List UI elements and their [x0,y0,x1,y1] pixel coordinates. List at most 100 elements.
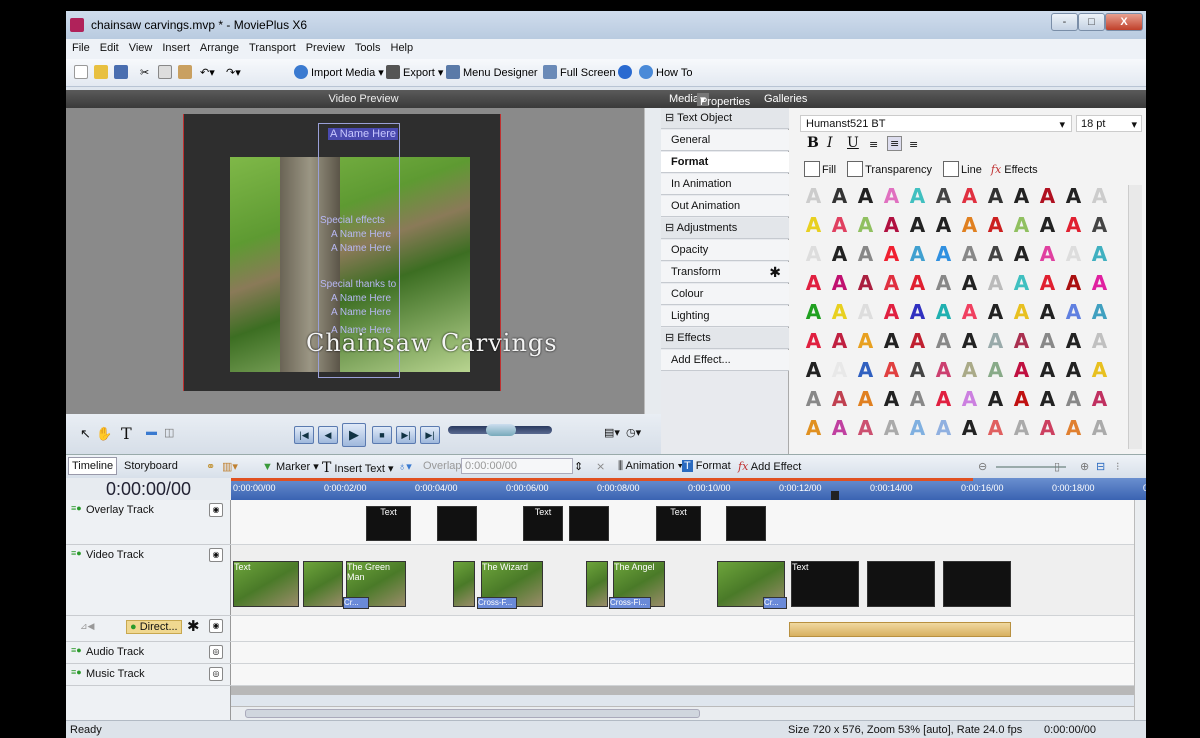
text-style-swatch[interactable]: A [802,446,825,450]
text-style-swatch[interactable]: A [802,330,825,353]
text-style-swatch[interactable]: A [802,301,825,324]
collapse-icon[interactable]: ⊟ [665,112,677,124]
visibility-icon[interactable]: ◉ [209,503,223,517]
marker-button[interactable]: ▼ Marker ▾ [262,460,319,473]
text-style-swatch[interactable]: A [1062,301,1085,324]
text-style-swatch[interactable]: A [880,272,903,295]
text-style-swatch[interactable]: A [984,243,1007,266]
transition-marker[interactable]: Cross-Fi... [609,597,651,609]
font-size-select[interactable]: 18 pt ▾ [1076,115,1142,132]
overlay-text-clip[interactable]: Text [523,506,563,541]
shuttle-slider-thumb[interactable] [486,424,516,436]
text-style-swatch[interactable]: A [932,243,955,266]
track-enable-icon[interactable]: ≡● [71,645,82,655]
timeline-ruler[interactable]: 0:00:00/00 0:00:02/00 0:00:04/00 0:00:06/00… [231,478,1146,500]
text-style-swatch[interactable]: A [1010,359,1033,382]
align-center-icon[interactable]: ≡ [887,136,903,151]
text-style-swatch[interactable]: A [828,185,851,208]
text-style-swatch[interactable]: A [880,301,903,324]
text-style-swatch[interactable]: A [854,272,877,295]
text-style-swatch[interactable]: A [1010,388,1033,411]
menu-view[interactable]: View [123,39,157,54]
text-style-swatch[interactable]: A [880,185,903,208]
zoom-slider-thumb[interactable]: ▯ [1054,460,1060,473]
video-clip[interactable] [453,561,475,607]
text-style-swatch[interactable]: A [984,417,1007,440]
properties-item-text-object[interactable]: ⊟ Text Object [661,108,789,129]
text-style-swatch[interactable]: A [1062,417,1085,440]
text-style-swatch[interactable]: A [958,330,981,353]
text-style-swatch[interactable]: A [854,417,877,440]
text-style-swatch[interactable]: A [828,359,851,382]
text-style-swatch[interactable]: A [1010,301,1033,324]
text-style-swatch[interactable]: A [1062,185,1085,208]
menu-transport[interactable]: Transport [243,39,300,54]
text-style-swatch[interactable]: A [1036,388,1059,411]
text-style-swatch[interactable]: A [958,185,981,208]
text-style-swatch[interactable]: A [802,185,825,208]
text-style-swatch[interactable]: A [932,214,955,237]
text-style-swatch[interactable]: A [1088,330,1111,353]
text-style-swatch[interactable]: A [1036,359,1059,382]
text-style-swatch[interactable]: A [828,417,851,440]
text-style-swatch[interactable]: A [958,214,981,237]
menu-help[interactable]: Help [385,39,418,54]
track-header-director[interactable]: ⊿◀ ● Direct... ✱ ◉ [66,616,231,642]
text-style-swatch[interactable]: A [1062,243,1085,266]
text-style-swatch[interactable]: A [932,388,955,411]
audio-icon[interactable]: ◎ [209,667,223,681]
properties-item-out-animation[interactable]: Out Animation [661,196,789,217]
properties-item-adjustments[interactable]: ⊟ Adjustments [661,218,789,239]
text-style-swatch[interactable]: A [906,388,929,411]
maximize-button[interactable]: □ [1078,13,1105,31]
text-style-swatch[interactable]: A [828,388,851,411]
go-to-end-button[interactable]: ▶| [420,426,440,444]
tab-galleries[interactable]: Galleries [764,93,807,105]
play-button[interactable]: ▶ [342,423,366,447]
text-style-swatch[interactable]: A [1010,243,1033,266]
text-style-swatch[interactable]: A [1036,272,1059,295]
text-style-swatch[interactable]: A [932,359,955,382]
split-icon[interactable]: ⨯ [596,460,605,473]
menu-designer-button[interactable]: Menu Designer [446,64,538,82]
properties-item-transform[interactable]: Transform ✱ [661,262,789,283]
director-track-row[interactable] [231,616,1134,642]
add-effect-button[interactable]: fx Add Effect [738,460,801,473]
video-clip[interactable] [586,561,608,607]
snapshot-icon[interactable]: ▤▾ [604,426,620,439]
next-frame-button[interactable]: ▶| [396,426,416,444]
previous-frame-button[interactable]: ◀ [318,426,338,444]
close-button[interactable]: X [1105,13,1143,31]
text-style-swatch[interactable]: A [958,301,981,324]
video-track-row[interactable]: Text The Green Man The Wizard The Angel … [231,545,1134,616]
menu-preview[interactable]: Preview [300,39,349,54]
properties-item-general[interactable]: General [661,130,789,151]
undo-icon[interactable]: ↶▾ [200,64,215,82]
timeline-horizontal-scrollbar[interactable] [231,706,1134,720]
properties-item-colour[interactable]: Colour [661,284,789,305]
track-enable-icon[interactable]: ≡● [71,667,82,677]
align-right-icon[interactable]: ≡ [909,138,918,151]
text-clip[interactable] [943,561,1011,607]
full-screen-button[interactable]: Full Screen [543,64,616,82]
overlay-text-clip[interactable]: Text [366,506,411,541]
text-style-swatch[interactable]: A [1088,388,1111,411]
text-style-swatch[interactable]: A [1010,214,1033,237]
tab-timeline[interactable]: Timeline [68,457,118,475]
text-style-swatch[interactable]: A [1088,359,1111,382]
cut-icon[interactable]: ✂ [140,64,149,82]
shape-tool-icon[interactable]: ▬ [146,426,157,438]
how-to-button[interactable]: How To [639,64,692,82]
properties-item-opacity[interactable]: Opacity [661,240,789,261]
visibility-icon[interactable]: ◉ [209,548,223,562]
text-style-swatch[interactable]: A [1010,185,1033,208]
text-style-swatch[interactable]: A [1010,330,1033,353]
open-icon[interactable] [94,64,111,82]
text-style-swatch[interactable]: A [984,272,1007,295]
text-style-swatch[interactable]: A [984,301,1007,324]
text-style-swatch[interactable]: A [1010,417,1033,440]
overlay-text-clip-end[interactable] [437,506,477,541]
text-style-swatch[interactable]: A [1036,330,1059,353]
export-button[interactable]: Export ▾ [386,64,443,82]
text-style-swatch[interactable]: A [906,272,929,295]
